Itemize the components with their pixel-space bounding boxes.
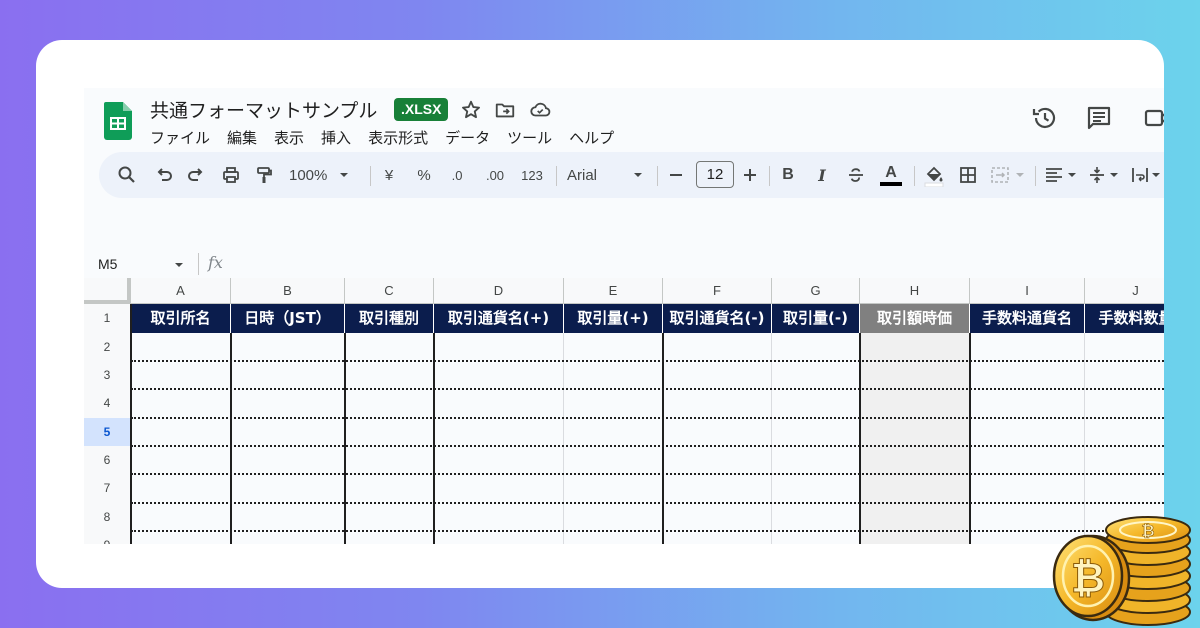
text-color-label: A	[885, 164, 897, 181]
font-dropdown-arrow-icon[interactable]	[631, 163, 645, 187]
cloud-saved-icon[interactable]	[529, 99, 551, 121]
menu-help[interactable]: ヘルプ	[569, 127, 614, 148]
row-header-1[interactable]: 1	[84, 304, 131, 333]
star-icon[interactable]	[460, 99, 482, 121]
row-header-3[interactable]: 3	[84, 361, 131, 389]
header-cell-datetime[interactable]: 日時（JST）	[231, 304, 345, 333]
document-title[interactable]: 共通フォーマットサンプル	[150, 96, 377, 123]
strikethrough-icon[interactable]	[844, 163, 868, 187]
font-value: Arial	[567, 166, 598, 184]
search-menus-icon[interactable]	[115, 163, 139, 187]
column-header-i[interactable]: I	[970, 278, 1085, 304]
comment-icon[interactable]	[1085, 104, 1113, 132]
increase-decimal-button[interactable]: .00	[479, 163, 511, 187]
move-to-folder-icon[interactable]	[494, 99, 516, 121]
merge-cells-icon[interactable]	[989, 163, 1029, 187]
column-header-e[interactable]: E	[564, 278, 663, 304]
menu-file[interactable]: ファイル	[150, 127, 210, 148]
undo-icon[interactable]	[152, 163, 176, 187]
menu-bar: ファイル 編集 表示 挿入 表示形式 データ ツール ヘルプ	[150, 127, 631, 148]
header-cell-exchange[interactable]: 取引所名	[131, 304, 231, 333]
column-header-f[interactable]: F	[663, 278, 772, 304]
decrease-decimal-button[interactable]: .0	[443, 163, 471, 187]
row-header-5[interactable]: 5	[84, 418, 131, 446]
redo-icon[interactable]	[184, 163, 208, 187]
bold-button[interactable]: B	[777, 163, 799, 187]
name-box[interactable]: M5	[98, 256, 117, 272]
zoom-value: 100%	[289, 166, 328, 184]
italic-button[interactable]: I	[811, 163, 833, 187]
header-cell-currency-minus[interactable]: 取引通貨名(-)	[663, 304, 772, 333]
column-header-a[interactable]: A	[131, 278, 231, 304]
column-h-fill	[860, 333, 970, 544]
header-cell-fee-currency[interactable]: 手数料通貨名	[970, 304, 1085, 333]
menu-view[interactable]: 表示	[274, 127, 304, 148]
font-size-input[interactable]: 12	[696, 161, 734, 188]
svg-text:₿: ₿	[1071, 553, 1105, 602]
increase-decimal-label: .00	[485, 167, 505, 183]
card: 共通フォーマットサンプル .XLSX ファイル 編集 表示 挿入 表示形式 デー…	[36, 40, 1164, 588]
row-header-7[interactable]: 7	[84, 474, 131, 503]
row-header-6[interactable]: 6	[84, 446, 131, 474]
header-cell-market-value[interactable]: 取引額時価	[860, 304, 970, 333]
toolbar: 100% ¥ % .0 .00 123 Arial 12 B I A	[99, 152, 1164, 198]
menu-data[interactable]: データ	[445, 127, 490, 148]
text-wrapping-icon[interactable]	[1129, 163, 1164, 187]
header-cell-fee-amount[interactable]: 手数料数量	[1085, 304, 1164, 333]
row-header-9[interactable]: 9	[84, 531, 131, 544]
row-header-8[interactable]: 8	[84, 503, 131, 531]
meet-icon[interactable]	[1142, 104, 1164, 132]
header-cell-trade-type[interactable]: 取引種別	[345, 304, 434, 333]
header-cell-amount-minus[interactable]: 取引量(-)	[772, 304, 860, 333]
name-box-dropdown-icon[interactable]	[174, 260, 184, 270]
column-header-j[interactable]: J	[1085, 278, 1164, 304]
paint-format-icon[interactable]	[252, 163, 276, 187]
column-header-h[interactable]: H	[860, 278, 970, 304]
column-header-d[interactable]: D	[434, 278, 564, 304]
menu-format[interactable]: 表示形式	[368, 127, 428, 148]
file-format-badge: .XLSX	[394, 98, 449, 121]
header-cell-amount-plus[interactable]: 取引量(+)	[564, 304, 663, 333]
history-icon[interactable]	[1031, 104, 1059, 132]
row-header-2[interactable]: 2	[84, 333, 131, 361]
fx-icon: fx	[208, 253, 223, 272]
fill-color-icon[interactable]	[921, 163, 947, 187]
row-header-4[interactable]: 4	[84, 389, 131, 418]
svg-text:₿: ₿	[1141, 521, 1154, 540]
menu-edit[interactable]: 編集	[227, 127, 257, 148]
header-cell-currency-plus[interactable]: 取引通貨名(+)	[434, 304, 564, 333]
decrease-font-size-icon[interactable]	[665, 163, 687, 187]
print-icon[interactable]	[219, 163, 243, 187]
number-format-button[interactable]: 123	[517, 163, 547, 187]
menu-tools[interactable]: ツール	[507, 127, 552, 148]
column-header-g[interactable]: G	[772, 278, 860, 304]
vertical-align-icon[interactable]	[1087, 163, 1125, 187]
column-header-b[interactable]: B	[231, 278, 345, 304]
menu-insert[interactable]: 挿入	[321, 127, 351, 148]
horizontal-align-icon[interactable]	[1043, 163, 1081, 187]
zoom-select[interactable]: 100%	[289, 163, 364, 187]
currency-format-button[interactable]: ¥	[379, 163, 399, 187]
sheets-logo-icon	[104, 102, 132, 140]
column-header-c[interactable]: C	[345, 278, 434, 304]
text-color-button[interactable]: A	[878, 163, 904, 187]
percent-format-button[interactable]: %	[412, 163, 436, 187]
spreadsheet-window: 共通フォーマットサンプル .XLSX ファイル 編集 表示 挿入 表示形式 デー…	[84, 88, 1164, 544]
select-all-corner[interactable]	[84, 278, 131, 304]
decrease-decimal-label: .0	[451, 167, 463, 183]
bitcoin-coins-icon: ₿ ₿	[1052, 516, 1191, 626]
borders-icon[interactable]	[956, 163, 980, 187]
increase-font-size-icon[interactable]	[739, 163, 761, 187]
